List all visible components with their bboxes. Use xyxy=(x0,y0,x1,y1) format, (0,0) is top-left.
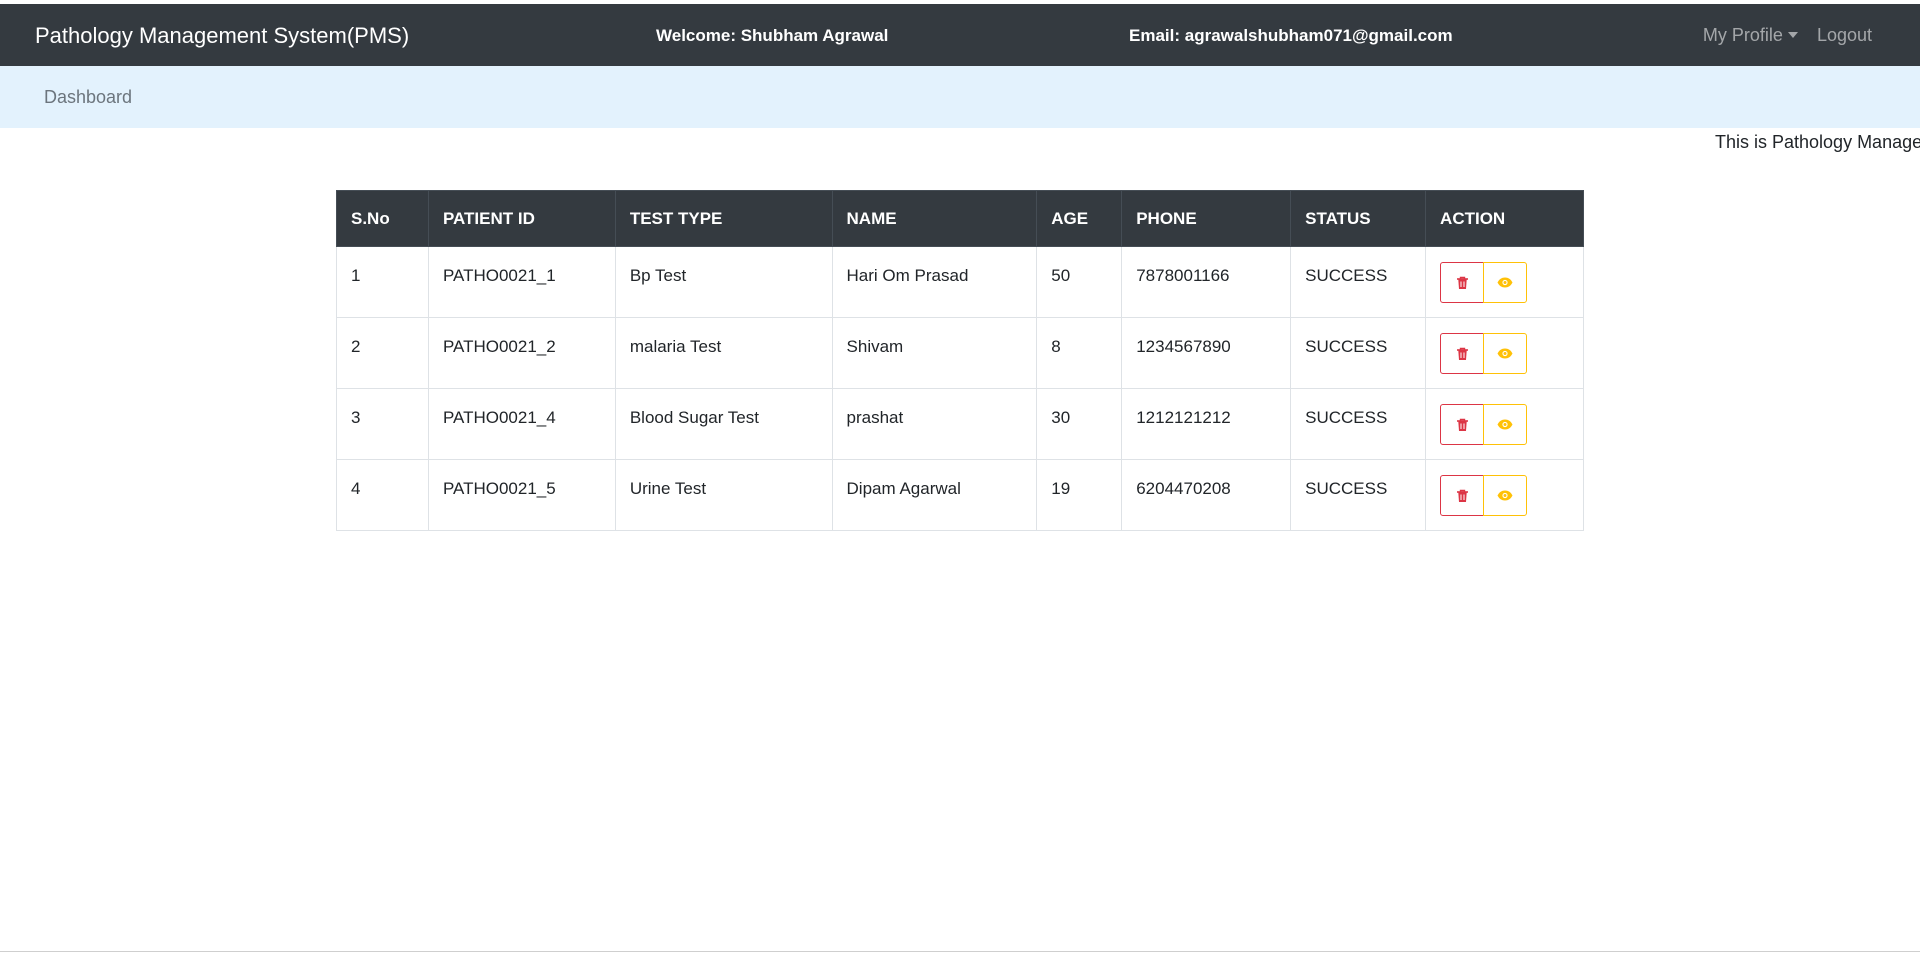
cell-status: SUCCESS xyxy=(1290,459,1427,531)
cell-action xyxy=(1425,388,1584,460)
cell-name: Hari Om Prasad xyxy=(831,246,1038,318)
table-row: 3 PATHO0021_4 Blood Sugar Test prashat 30 121… xyxy=(336,388,1584,460)
table-header-row: S.No PATIENT ID TEST TYPE NAME AGE PHONE… xyxy=(336,190,1584,247)
table-row: 2 PATHO0021_2 malaria Test Shivam 8 123456789… xyxy=(336,317,1584,389)
caret-down-icon xyxy=(1787,32,1798,38)
header-test-type: TEST TYPE xyxy=(614,190,833,247)
logout-link[interactable]: Logout xyxy=(1817,25,1872,46)
top-navbar: Pathology Management System(PMS) Welcome… xyxy=(0,4,1920,66)
cell-status: SUCCESS xyxy=(1290,388,1427,460)
action-button-group xyxy=(1440,475,1569,516)
cell-status: SUCCESS xyxy=(1290,246,1427,318)
action-button-group xyxy=(1440,404,1569,445)
cell-patient-id: PATHO0021_1 xyxy=(427,246,616,318)
cell-test-type: Urine Test xyxy=(614,459,833,531)
eye-icon xyxy=(1497,277,1513,288)
cell-status: SUCCESS xyxy=(1290,317,1427,389)
cell-age: 30 xyxy=(1036,388,1123,460)
cell-patient-id: PATHO0021_4 xyxy=(427,388,616,460)
my-profile-label: My Profile xyxy=(1702,25,1783,45)
header-name: NAME xyxy=(831,190,1038,247)
view-button[interactable] xyxy=(1483,262,1528,303)
cell-sno: 3 xyxy=(336,388,429,460)
table-row: 4 PATHO0021_5 Urine Test Dipam Agarwal 19 620… xyxy=(336,459,1584,531)
header-age: AGE xyxy=(1036,190,1123,247)
page: Pathology Management System(PMS) Welcome… xyxy=(0,0,1920,953)
my-profile-dropdown[interactable]: My Profile xyxy=(1703,25,1798,46)
dashboard-link[interactable]: Dashboard xyxy=(44,87,132,108)
cell-phone: 6204470208 xyxy=(1121,459,1292,531)
welcome-text: Welcome: Shubham Agrawal xyxy=(656,26,889,45)
patient-records-table: S.No PATIENT ID TEST TYPE NAME AGE PHONE… xyxy=(336,190,1584,531)
eye-icon xyxy=(1497,419,1513,430)
trash-icon xyxy=(1456,276,1469,290)
cell-name: prashat xyxy=(831,388,1038,460)
trash-icon xyxy=(1456,418,1469,432)
cell-age: 19 xyxy=(1036,459,1123,531)
cell-sno: 4 xyxy=(336,459,429,531)
cell-age: 50 xyxy=(1036,246,1123,318)
eye-icon xyxy=(1497,490,1513,501)
cell-test-type: malaria Test xyxy=(614,317,833,389)
delete-button[interactable] xyxy=(1440,475,1485,516)
cell-patient-id: PATHO0021_2 xyxy=(427,317,616,389)
brand-title[interactable]: Pathology Management System(PMS) xyxy=(35,23,409,49)
secondary-navbar: Dashboard xyxy=(0,66,1920,128)
cell-action xyxy=(1425,317,1584,389)
action-button-group xyxy=(1440,333,1569,374)
delete-button[interactable] xyxy=(1440,262,1485,303)
nav-right: My Profile Logout xyxy=(1703,25,1872,46)
view-button[interactable] xyxy=(1483,333,1528,374)
cell-name: Dipam Agarwal xyxy=(831,459,1038,531)
cell-sno: 2 xyxy=(336,317,429,389)
delete-button[interactable] xyxy=(1440,333,1485,374)
cell-phone: 1234567890 xyxy=(1121,317,1292,389)
trash-icon xyxy=(1456,347,1469,361)
cell-test-type: Blood Sugar Test xyxy=(614,388,833,460)
view-button[interactable] xyxy=(1483,475,1528,516)
footer-divider xyxy=(0,951,1920,952)
cell-phone: 7878001166 xyxy=(1121,246,1292,318)
cell-sno: 1 xyxy=(336,246,429,318)
cell-phone: 1212121212 xyxy=(1121,388,1292,460)
cell-action xyxy=(1425,246,1584,318)
cell-age: 8 xyxy=(1036,317,1123,389)
header-action: ACTION xyxy=(1425,190,1584,247)
cell-action xyxy=(1425,459,1584,531)
header-phone: PHONE xyxy=(1121,190,1292,247)
cell-patient-id: PATHO0021_5 xyxy=(427,459,616,531)
cell-test-type: Bp Test xyxy=(614,246,833,318)
email-text: Email: agrawalshubham071@gmail.com xyxy=(1129,26,1453,45)
delete-button[interactable] xyxy=(1440,404,1485,445)
eye-icon xyxy=(1497,348,1513,359)
cell-name: Shivam xyxy=(831,317,1038,389)
header-status: STATUS xyxy=(1290,190,1427,247)
table-row: 1 PATHO0021_1 Bp Test Hari Om Prasad 50 78780… xyxy=(336,246,1584,318)
marquee-text: This is Pathology Manage xyxy=(1715,132,1920,152)
view-button[interactable] xyxy=(1483,404,1528,445)
trash-icon xyxy=(1456,489,1469,503)
header-sno: S.No xyxy=(336,190,429,247)
action-button-group xyxy=(1440,262,1569,303)
header-patient-id: PATIENT ID xyxy=(427,190,616,247)
